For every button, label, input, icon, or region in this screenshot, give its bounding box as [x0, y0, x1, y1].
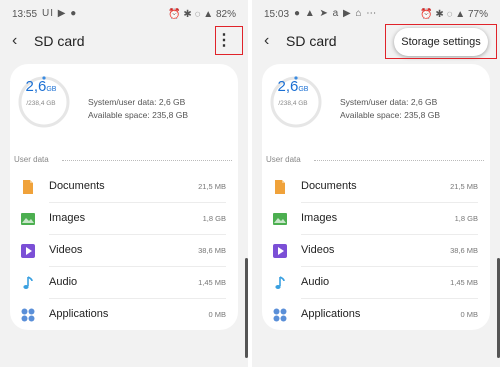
list-item-videos[interactable]: Videos 38,6 MB [10, 236, 238, 267]
item-size: 0 MB [208, 310, 226, 319]
app-bar: ‹ SD card ⋮ [0, 26, 248, 56]
item-label: Audio [301, 276, 330, 288]
page-title: SD card [286, 33, 337, 49]
section-divider [62, 160, 232, 161]
system-user-data-text: System/user data: 2,6 GB [88, 97, 186, 107]
section-label: User data [266, 155, 301, 164]
item-size: 1,45 MB [198, 278, 226, 287]
status-time: 13:55 [12, 9, 38, 20]
storage-card: 2,6GB /238,4 GB System/user data: 2,6 GB… [262, 64, 490, 330]
row-divider [49, 298, 226, 299]
row-divider [301, 298, 478, 299]
storage-info: System/user data: 2,6 GB Available space… [340, 96, 440, 122]
status-bar: 13:55 UI ▶ ● ⏰ ✱ ◌ ▲ 82% [0, 0, 248, 28]
document-icon [275, 180, 285, 194]
system-status-icons: ⏰ ✱ ◌ ▲ 77% [420, 9, 488, 20]
item-size: 0 MB [460, 310, 478, 319]
status-time: 15:03 [264, 9, 290, 20]
music-icon [23, 276, 33, 289]
video-icon [273, 244, 287, 258]
item-label: Documents [301, 180, 357, 192]
apps-icon [273, 308, 287, 322]
notification-icons: UI ▶ ● [42, 8, 78, 19]
list-item-audio[interactable]: Audio 1,45 MB [10, 268, 238, 299]
item-label: Applications [301, 308, 361, 320]
section-divider [314, 160, 484, 161]
list-item-applications[interactable]: Applications 0 MB [262, 300, 490, 331]
list-item-images[interactable]: Images 1,8 GB [262, 204, 490, 235]
image-icon [273, 213, 287, 225]
used-storage-value: 2,6GB [25, 78, 57, 95]
item-label: Images [49, 212, 86, 224]
list-item-audio[interactable]: Audio 1,45 MB [262, 268, 490, 299]
storage-info: System/user data: 2,6 GB Available space… [88, 96, 188, 122]
item-size: 1,8 GB [202, 214, 226, 223]
document-icon [23, 180, 33, 194]
section-label: User data [14, 155, 49, 164]
row-divider [49, 234, 226, 235]
row-divider [301, 234, 478, 235]
item-size: 1,8 GB [454, 214, 478, 223]
item-label: Videos [49, 244, 83, 256]
back-arrow-icon[interactable]: ‹ [12, 33, 17, 49]
list-item-documents[interactable]: Documents 21,5 MB [262, 172, 490, 203]
row-divider [49, 202, 226, 203]
item-label: Documents [49, 180, 105, 192]
list-item-images[interactable]: Images 1,8 GB [10, 204, 238, 235]
apps-icon [21, 308, 35, 322]
list-item-documents[interactable]: Documents 21,5 MB [10, 172, 238, 203]
row-divider [301, 266, 478, 267]
available-space-text: Available space: 235,8 GB [88, 110, 189, 120]
item-size: 1,45 MB [450, 278, 478, 287]
item-size: 38,6 MB [450, 246, 478, 255]
item-label: Applications [49, 308, 109, 320]
item-label: Videos [301, 244, 335, 256]
highlight-box-storage-settings [385, 24, 497, 59]
item-size: 21,5 MB [450, 182, 478, 191]
storage-card: 2,6GB /238,4 GB System/user data: 2,6 GB… [10, 64, 238, 330]
right-screenshot: 15:03 ● ▲ ➤ a ▶ ⌂ ⋯ ⏰ ✱ ◌ ▲ 77% ‹ SD car… [252, 0, 500, 367]
total-storage-value: /238,4 GB [26, 100, 56, 107]
page-title: SD card [34, 33, 85, 49]
list-item-videos[interactable]: Videos 38,6 MB [262, 236, 490, 267]
left-screenshot: 13:55 UI ▶ ● ⏰ ✱ ◌ ▲ 82% ‹ SD card ⋮ 2,6… [0, 0, 248, 367]
system-user-data-text: System/user data: 2,6 GB [340, 97, 438, 107]
music-icon [275, 276, 285, 289]
item-label: Audio [49, 276, 78, 288]
back-arrow-icon[interactable]: ‹ [264, 33, 269, 49]
list-item-applications[interactable]: Applications 0 MB [10, 300, 238, 331]
item-size: 21,5 MB [198, 182, 226, 191]
video-icon [21, 244, 35, 258]
available-space-text: Available space: 235,8 GB [340, 110, 441, 120]
notification-icons: ● ▲ ➤ a ▶ ⌂ ⋯ [294, 8, 378, 19]
item-label: Images [301, 212, 338, 224]
item-size: 38,6 MB [198, 246, 226, 255]
used-storage-value: 2,6GB [277, 78, 309, 95]
system-status-icons: ⏰ ✱ ◌ ▲ 82% [168, 9, 236, 20]
total-storage-value: /238,4 GB [278, 100, 308, 107]
image-icon [21, 213, 35, 225]
highlight-box-more-options [215, 26, 243, 55]
row-divider [49, 266, 226, 267]
row-divider [301, 202, 478, 203]
scrollbar[interactable] [245, 258, 248, 358]
